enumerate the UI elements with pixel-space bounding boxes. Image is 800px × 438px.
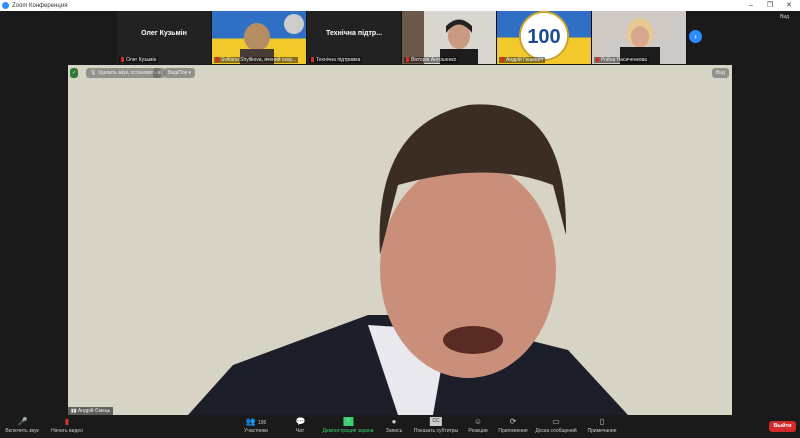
participant-tile[interactable]: 100 Андрій Гешевич <box>497 11 592 64</box>
record-button[interactable]: ● Запись <box>386 417 402 434</box>
start-video-label: Начать видео <box>51 428 83 434</box>
participants-icon: 👥 195 <box>245 417 267 426</box>
chat-button[interactable]: 💬 Чат <box>295 417 306 434</box>
video-view-label: Вид <box>715 70 725 76</box>
whiteboard-label: Доска сообщений <box>535 428 577 434</box>
notes-label: Примечания <box>587 428 617 434</box>
start-video-button[interactable]: ▮ Начать видео <box>51 417 83 434</box>
record-label: Запись <box>385 428 403 434</box>
unmute-request-button[interactable]: 🎙 Удалить звук, остановить <box>86 68 161 78</box>
participant-name: Олег Кузьмін <box>119 57 159 63</box>
whiteboard-button[interactable]: ▭ Доска сообщений <box>535 417 576 434</box>
participant-tile[interactable]: Технічна підтр... Технічна підтримка <box>307 11 402 64</box>
speaker-name: Андрій Ємець <box>77 408 111 414</box>
share-screen-icon: ↑ <box>343 417 353 426</box>
participant-tile[interactable]: Svitlana Shylikova, вчений секр... <box>212 11 307 64</box>
smile-icon: ☺ <box>473 417 483 426</box>
zoom-logo-icon <box>2 2 9 9</box>
video-off-icon: ▮ <box>64 417 70 426</box>
security-shield-icon[interactable]: ✓ <box>70 68 79 78</box>
reactions-label: Реакции <box>468 428 488 434</box>
view-label: Вид <box>780 14 790 20</box>
whiteboard-icon: ▭ <box>552 417 560 426</box>
participant-name: Андрій Гешевич <box>499 57 546 63</box>
record-icon: ● <box>391 417 397 426</box>
participant-name: Вікторія Антошенко <box>404 57 459 63</box>
captions-label: Показать субтитры <box>413 428 459 434</box>
apps-button[interactable]: ⟳ Приложения <box>498 417 527 434</box>
chat-label: Чат <box>295 428 305 434</box>
cc-icon: CC <box>430 417 442 426</box>
muted-mic-icon: 🎤 <box>17 417 28 426</box>
unmute-request-label: Удалить звук, остановить <box>97 70 157 76</box>
participants-count: 195 <box>257 420 267 426</box>
close-button[interactable]: ✕ <box>779 0 799 11</box>
apps-icon: ⟳ <box>509 417 517 426</box>
view-button[interactable]: Вид <box>780 14 789 20</box>
leave-label: Выйти <box>773 423 792 429</box>
reactions-button[interactable]: ☺ Реакции <box>468 417 487 434</box>
share-screen-label: Демонстрация экрана <box>322 428 374 434</box>
participant-tile[interactable]: Вікторія Антошенко <box>402 11 497 64</box>
window-title: Zoom Конференция <box>12 2 68 9</box>
video-view-button[interactable]: Вид <box>711 68 729 78</box>
participant-tile[interactable]: Олег Кузьмін Олег Кузьмін <box>117 11 212 64</box>
participant-tile[interactable]: Ройна Насиченкова <box>592 11 687 64</box>
participant-big-name: Технічна підтр... <box>325 30 383 37</box>
view-options-button[interactable]: Вид/Пок ▾ <box>164 68 195 78</box>
view-options-label: Вид/Пок <box>168 70 187 76</box>
apps-label: Приложения <box>498 428 528 434</box>
unmute-label: Включить звук <box>5 428 39 434</box>
speaker-name-tag: ▮▮ Андрій Ємець <box>68 407 114 415</box>
participant-big-name: Олег Кузьмін <box>141 30 187 37</box>
title-bar: Zoom Конференция <box>0 0 800 11</box>
participant-name: Технічна підтримка <box>309 57 363 63</box>
chat-icon: 💬 <box>295 417 306 426</box>
notes-button[interactable]: ▯ Примечания <box>588 417 617 434</box>
leave-button[interactable]: Выйти <box>769 421 796 432</box>
maximize-button[interactable]: ❐ <box>760 0 780 11</box>
participant-strip: Олег Кузьмін Олег Кузьмін Svitlana Shyli… <box>117 11 687 64</box>
active-speaker-video: ✓ 🎙 Удалить звук, остановить ≋ Вид/Пок ▾… <box>68 65 732 415</box>
participants-label: Участники <box>244 428 268 434</box>
svg-text:100: 100 <box>527 26 560 48</box>
unmute-button[interactable]: 🎤 Включить звук <box>5 417 38 434</box>
next-page-button[interactable]: › <box>689 30 702 43</box>
participant-name: Svitlana Shylikova, вчений секр... <box>214 57 299 63</box>
notes-icon: ▯ <box>599 417 605 426</box>
speaker-video-frame <box>68 65 732 415</box>
captions-button[interactable]: CC Показать субтитры <box>414 417 458 434</box>
minimize-button[interactable]: – <box>741 0 761 11</box>
participants-button[interactable]: 👥 195 Участники <box>244 417 268 434</box>
participant-name: Ройна Насиченкова <box>594 57 649 63</box>
share-screen-button[interactable]: ↑ Демонстрация экрана <box>322 417 374 434</box>
